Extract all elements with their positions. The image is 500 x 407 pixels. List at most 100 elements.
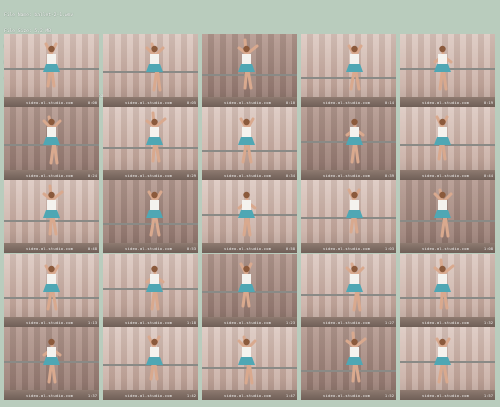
- dancer-figure: [145, 42, 165, 92]
- watermark-text: video-al-studio.com: [422, 100, 470, 105]
- video-thumbnail[interactable]: video-al-studio.com 1:57: [400, 327, 495, 400]
- thumbnail-timestamp: 1:13: [87, 320, 97, 325]
- watermark-text: video-al-studio.com: [224, 393, 272, 398]
- video-thumbnail[interactable]: video-al-studio.com 1:32: [400, 254, 495, 327]
- thumbnail-timestamp: 0:05: [186, 100, 196, 105]
- dancer-figure: [43, 264, 60, 311]
- video-thumbnail[interactable]: video-al-studio.com 0:39: [301, 107, 396, 180]
- dancer-figure: [146, 190, 163, 237]
- dancer-figure: [345, 118, 365, 164]
- thumbnail-timestamp: 0:58: [285, 246, 295, 251]
- video-thumbnail[interactable]: video-al-studio.com 1:03: [301, 180, 396, 253]
- video-thumbnail[interactable]: video-al-studio.com 1:18: [103, 254, 198, 327]
- dancer-figure: [433, 188, 453, 238]
- watermark-text: video-al-studio.com: [224, 100, 272, 105]
- dancer-figure: [43, 42, 60, 88]
- thumbnail-timestamp: 0:34: [285, 173, 295, 178]
- watermark-text: video-al-studio.com: [224, 320, 272, 325]
- dancer-figure: [146, 335, 163, 381]
- thumbnail-timestamp: 0:48: [87, 246, 97, 251]
- video-thumbnail[interactable]: video-al-studio.com 1:13: [4, 254, 99, 327]
- watermark-text: video-al-studio.com: [125, 320, 173, 325]
- thumbnail-timestamp: 0:14: [384, 100, 394, 105]
- thumbnail-timestamp: 1:27: [384, 320, 394, 325]
- dancer-figure: [346, 44, 363, 91]
- watermark-text: video-al-studio.com: [323, 100, 371, 105]
- thumbnail-timestamp: 0:24: [87, 173, 97, 178]
- thumbnail-timestamp: 1:23: [285, 320, 295, 325]
- watermark-text: video-al-studio.com: [422, 320, 470, 325]
- watermark-text: video-al-studio.com: [26, 100, 74, 105]
- thumbnail-timestamp: 1:37: [87, 393, 97, 398]
- watermark-text: video-al-studio.com: [26, 173, 74, 178]
- watermark-text: video-al-studio.com: [323, 173, 371, 178]
- thumbnail-timestamp: 0:29: [186, 173, 196, 178]
- video-thumbnail[interactable]: video-al-studio.com 1:23: [202, 254, 297, 327]
- dancer-figure: [346, 188, 363, 234]
- thumbnail-grid: video-al-studio.com 0:00 video-al-studio.c…: [0, 0, 500, 407]
- video-thumbnail[interactable]: video-al-studio.com 1:27: [301, 254, 396, 327]
- watermark-text: video-al-studio.com: [125, 100, 173, 105]
- watermark-text: video-al-studio.com: [422, 393, 470, 398]
- dancer-figure: [145, 265, 165, 311]
- watermark-text: video-al-studio.com: [125, 173, 173, 178]
- watermark-text: video-al-studio.com: [224, 173, 272, 178]
- dancer-figure: [238, 117, 255, 164]
- video-thumbnail[interactable]: video-al-studio.com 0:44: [400, 107, 495, 180]
- thumbnail-timestamp: 1:08: [483, 246, 493, 251]
- dancer-figure: [434, 115, 451, 161]
- video-thumbnail[interactable]: video-al-studio.com 0:24: [4, 107, 99, 180]
- video-thumbnail[interactable]: video-al-studio.com 0:10: [202, 34, 297, 107]
- dancer-figure: [238, 262, 255, 308]
- thumbnail-timestamp: 1:42: [186, 393, 196, 398]
- video-thumbnail[interactable]: video-al-studio.com 1:08: [400, 180, 495, 253]
- watermark-text: video-al-studio.com: [323, 246, 371, 251]
- video-thumbnail[interactable]: video-al-studio.com 1:42: [103, 327, 198, 400]
- video-thumbnail[interactable]: video-al-studio.com 0:00: [4, 34, 99, 107]
- watermark-text: video-al-studio.com: [224, 246, 272, 251]
- dancer-figure: [433, 258, 455, 310]
- watermark-text: video-al-studio.com: [422, 246, 470, 251]
- video-thumbnail[interactable]: video-al-studio.com 0:34: [202, 107, 297, 180]
- thumbnail-timestamp: 0:00: [87, 100, 97, 105]
- dancer-figure: [434, 337, 451, 384]
- thumbnail-timestamp: 0:10: [285, 100, 295, 105]
- thumbnail-timestamp: 1:32: [483, 320, 493, 325]
- video-thumbnail[interactable]: video-al-studio.com 1:37: [4, 327, 99, 400]
- video-thumbnail[interactable]: video-al-studio.com 0:29: [103, 107, 198, 180]
- thumbnail-timestamp: 0:39: [384, 173, 394, 178]
- thumbnail-timestamp: 1:03: [384, 246, 394, 251]
- watermark-text: video-al-studio.com: [422, 173, 470, 178]
- thumbnail-timestamp: 1:52: [384, 393, 394, 398]
- dancer-figure: [145, 111, 167, 163]
- dancer-figure: [345, 331, 367, 383]
- watermark-text: video-al-studio.com: [26, 246, 74, 251]
- dancer-figure: [237, 38, 259, 90]
- dancer-figure: [433, 45, 453, 91]
- video-thumbnail[interactable]: video-al-studio.com 0:48: [4, 180, 99, 253]
- video-thumbnail[interactable]: video-al-studio.com 0:53: [103, 180, 198, 253]
- video-thumbnail[interactable]: video-al-studio.com 0:05: [103, 34, 198, 107]
- video-thumbnail[interactable]: video-al-studio.com 1:52: [301, 327, 396, 400]
- dancer-figure: [345, 262, 365, 312]
- watermark-text: video-al-studio.com: [323, 393, 371, 398]
- dancer-figure: [42, 115, 62, 165]
- thumbnail-timestamp: 0:44: [483, 173, 493, 178]
- watermark-text: video-al-studio.com: [125, 246, 173, 251]
- dancer-figure: [42, 338, 62, 384]
- dancer-figure: [237, 191, 257, 237]
- thumbnail-timestamp: 0:53: [186, 246, 196, 251]
- video-thumbnail[interactable]: video-al-studio.com 0:14: [301, 34, 396, 107]
- dancer-figure: [42, 184, 64, 236]
- video-thumbnail[interactable]: video-al-studio.com 1:47: [202, 327, 297, 400]
- watermark-text: video-al-studio.com: [323, 320, 371, 325]
- thumbnail-timestamp: 1:57: [483, 393, 493, 398]
- dancer-figure: [237, 335, 257, 385]
- watermark-text: video-al-studio.com: [26, 320, 74, 325]
- watermark-text: video-al-studio.com: [26, 393, 74, 398]
- thumbnail-timestamp: 1:47: [285, 393, 295, 398]
- video-thumbnail[interactable]: video-al-studio.com 0:58: [202, 180, 297, 253]
- thumbnail-timestamp: 1:18: [186, 320, 196, 325]
- video-thumbnail[interactable]: video-al-studio.com 0:19: [400, 34, 495, 107]
- watermark-text: video-al-studio.com: [125, 393, 173, 398]
